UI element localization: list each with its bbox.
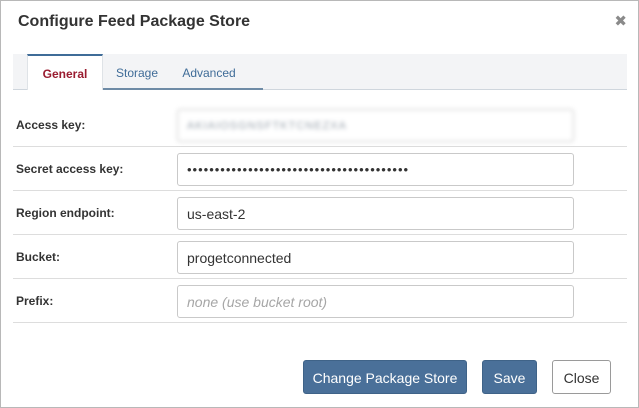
- tab-bar: General Storage Advanced: [13, 54, 627, 90]
- region-endpoint-label: Region endpoint:: [16, 206, 115, 220]
- form-row-region-endpoint: Region endpoint:: [13, 191, 627, 235]
- change-package-store-button[interactable]: Change Package Store: [303, 360, 467, 394]
- dialog-footer: Change Package Store Save Close: [1, 353, 638, 403]
- form-row-secret-access-key: Secret access key:: [13, 147, 627, 191]
- form-row-access-key: Access key:: [13, 103, 627, 147]
- general-form: Access key: Secret access key: Region en…: [13, 103, 627, 323]
- tab-storage[interactable]: Storage: [107, 54, 167, 90]
- form-row-bucket: Bucket:: [13, 235, 627, 279]
- form-row-prefix: Prefix:: [13, 279, 627, 323]
- tab-general[interactable]: General: [27, 54, 103, 90]
- tab-strip: General Storage Advanced: [27, 54, 263, 90]
- access-key-input[interactable]: [177, 109, 574, 142]
- prefix-label: Prefix:: [16, 294, 54, 308]
- bucket-input[interactable]: [177, 241, 574, 274]
- configure-feed-package-store-dialog: Configure Feed Package Store ✖ General S…: [0, 0, 639, 408]
- close-button[interactable]: Close: [552, 360, 611, 394]
- dialog-title: Configure Feed Package Store: [18, 13, 251, 30]
- save-button[interactable]: Save: [482, 360, 537, 394]
- bucket-label: Bucket:: [16, 250, 61, 264]
- region-endpoint-input[interactable]: [177, 197, 574, 230]
- access-key-label: Access key:: [16, 118, 86, 132]
- close-icon[interactable]: ✖: [614, 13, 627, 31]
- dialog-header: Configure Feed Package Store ✖: [1, 1, 638, 45]
- secret-access-key-label: Secret access key:: [16, 162, 124, 176]
- tab-advanced[interactable]: Advanced: [173, 54, 245, 90]
- secret-access-key-input[interactable]: [177, 153, 574, 186]
- prefix-input[interactable]: [177, 285, 574, 318]
